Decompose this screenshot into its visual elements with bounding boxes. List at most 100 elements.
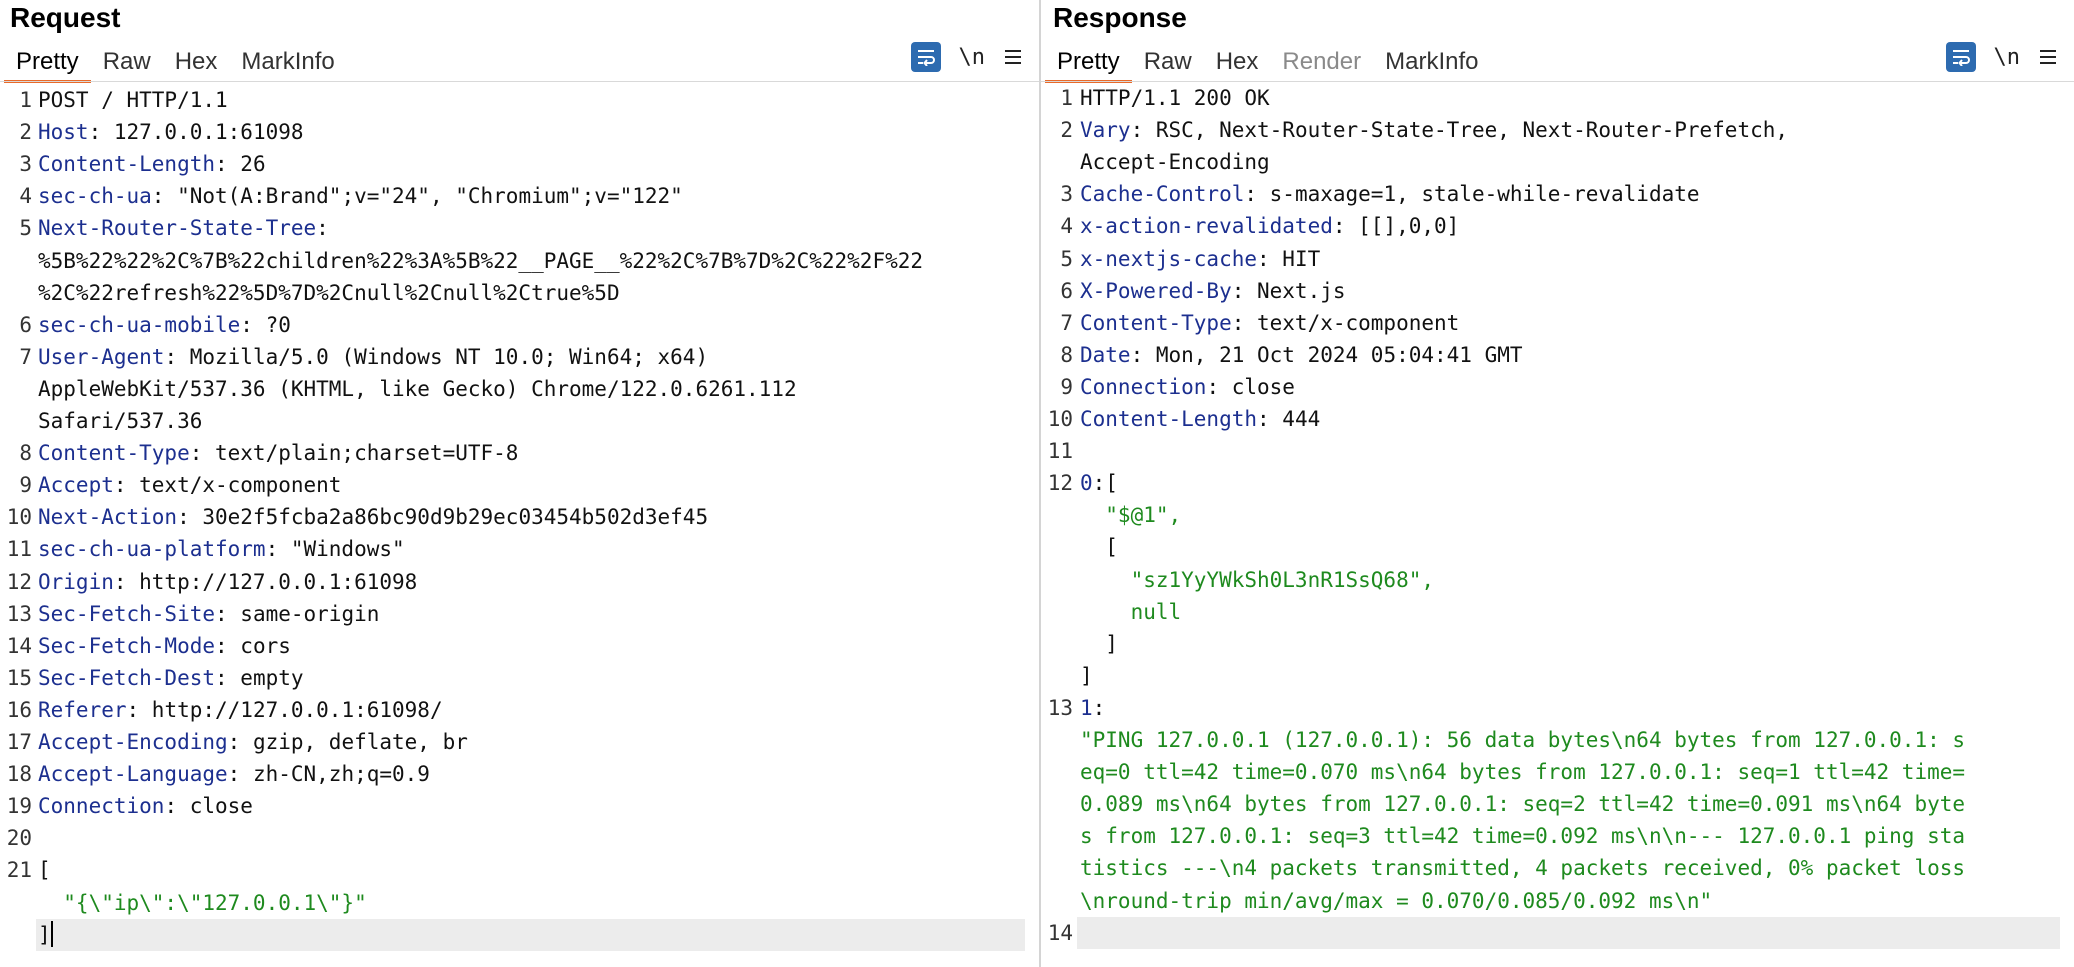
header-name: Accept-Encoding bbox=[38, 730, 228, 754]
header-name: sec-ch-ua-mobile bbox=[38, 312, 241, 337]
code-line: 11 bbox=[1041, 435, 2074, 467]
code-line: 8 Date: Mon, 21 Oct 2024 05:04:41 GMT bbox=[1041, 339, 2074, 371]
code-content: "PING 127.0.0.1 (127.0.0.1): 56 data byt… bbox=[1080, 728, 1966, 752]
code-text: X-Powered-By: Next.js bbox=[1080, 275, 1346, 307]
response-pane: Response Pretty Raw Hex Render MarkInfo … bbox=[1041, 0, 2074, 967]
code-text: 0.089 ms\n64 bytes from 127.0.0.1: seq=2… bbox=[1080, 788, 1965, 820]
line-number: 20 bbox=[6, 826, 32, 851]
header-value: : text/x-component bbox=[1231, 310, 1460, 335]
header-value: : cors bbox=[215, 633, 291, 658]
code-text: Date: Mon, 21 Oct 2024 05:04:41 GMT bbox=[1080, 339, 1523, 371]
code-line: 0.089 ms\n64 bytes from 127.0.0.1: seq=2… bbox=[1041, 788, 2074, 820]
response-editor[interactable]: 1 HTTP/1.1 200 OK 2 Vary: RSC, Next-Router-… bbox=[1041, 84, 2074, 967]
request-tab-hex[interactable]: Hex bbox=[163, 44, 230, 80]
line-number: 17 bbox=[6, 730, 32, 754]
code-content: HTTP/1.1 200 OK bbox=[1080, 86, 1270, 110]
code-content: Safari/537.36 bbox=[38, 409, 203, 433]
code-text: Accept-Encoding: gzip, deflate, br bbox=[38, 726, 468, 758]
code-text: null bbox=[1080, 596, 1182, 628]
line-number: 19 bbox=[6, 794, 32, 819]
code-text: [ bbox=[1080, 531, 1118, 563]
show-newlines-icon[interactable]: \n bbox=[959, 45, 986, 70]
code-line: "{\"ip\":\"127.0.0.1\"}" bbox=[0, 887, 1039, 919]
code-line: "sz1YyYWkSh0L3nR1SsQ68", bbox=[1041, 564, 2074, 596]
line-number: 11 bbox=[6, 537, 32, 562]
code-text: %2C%22refresh%22%5D%7D%2Cnull%2Cnull%2Ct… bbox=[38, 277, 620, 309]
code-text: ] bbox=[1080, 660, 1093, 692]
line-number: 8 bbox=[1060, 342, 1073, 367]
request-tab-markinfo[interactable]: MarkInfo bbox=[229, 44, 346, 80]
code-line: "PING 127.0.0.1 (127.0.0.1): 56 data byt… bbox=[1041, 724, 2074, 756]
response-tab-hex[interactable]: Hex bbox=[1204, 44, 1271, 80]
header-value: :[ bbox=[1092, 471, 1118, 496]
code-content: eq=0 ttl=42 time=0.070 ms\n64 bytes from… bbox=[1080, 760, 1966, 785]
code-content: s from 127.0.0.1: seq=3 ttl=42 time=0.09… bbox=[1080, 824, 1966, 849]
response-tab-pretty[interactable]: Pretty bbox=[1045, 44, 1132, 83]
code-text: POST / HTTP/1.1 bbox=[38, 84, 228, 116]
code-line: 8 Content-Type: text/plain;charset=UTF-8 bbox=[0, 437, 1039, 469]
line-number: 6 bbox=[1060, 278, 1073, 303]
code-line: 1 HTTP/1.1 200 OK bbox=[1041, 82, 2074, 114]
response-tab-markinfo[interactable]: MarkInfo bbox=[1373, 44, 1490, 80]
line-number: 13 bbox=[1047, 695, 1073, 720]
code-text: x-nextjs-cache: HIT bbox=[1080, 243, 1320, 275]
code-text: AppleWebKit/537.36 (KHTML, like Gecko) C… bbox=[38, 373, 797, 405]
header-value: : same-origin bbox=[215, 601, 380, 626]
code-text: Next-Router-State-Tree: bbox=[38, 212, 329, 244]
header-name: Cache-Control bbox=[1080, 182, 1245, 207]
code-line: 16 Referer: http://127.0.0.1:61098/ bbox=[0, 694, 1039, 726]
code-text: [ bbox=[38, 854, 51, 886]
menu-icon[interactable] bbox=[2038, 48, 2058, 66]
menu-icon[interactable] bbox=[1003, 48, 1023, 66]
code-text: sec-ch-ua: "Not(A:Brand";v="24", "Chromi… bbox=[38, 180, 683, 212]
line-number: 6 bbox=[19, 312, 32, 337]
request-editor[interactable]: 1 POST / HTTP/1.1 2 Host: 127.0.0.1:61098 3 C… bbox=[0, 84, 1039, 967]
line-number: 10 bbox=[6, 505, 32, 530]
response-tab-render[interactable]: Render bbox=[1270, 44, 1373, 80]
header-value: : Mozilla/5.0 (Windows NT 10.0; Win64; x… bbox=[164, 344, 709, 369]
code-text: Next-Action: 30e2f5fcba2a86bc90d9b29ec03… bbox=[38, 501, 708, 533]
code-text: sec-ch-ua-platform: "Windows" bbox=[38, 533, 405, 565]
code-text: Accept-Encoding bbox=[1080, 146, 1270, 178]
code-text: sec-ch-ua-mobile: ?0 bbox=[38, 309, 291, 341]
line-number: 7 bbox=[19, 344, 32, 369]
code-line: eq=0 ttl=42 time=0.070 ms\n64 bytes from… bbox=[1041, 756, 2074, 788]
header-name: sec-ch-ua bbox=[38, 184, 152, 209]
response-tab-raw[interactable]: Raw bbox=[1132, 44, 1204, 80]
header-name: Date bbox=[1080, 342, 1131, 367]
line-number: 9 bbox=[1060, 374, 1073, 399]
request-tab-pretty[interactable]: Pretty bbox=[4, 44, 91, 83]
line-number: 2 bbox=[19, 120, 32, 145]
code-content: "$@1", bbox=[1080, 503, 1182, 528]
header-value: : zh-CN,zh;q=0.9 bbox=[227, 762, 430, 787]
code-line: %5B%22%22%2C%7B%22children%22%3A%5B%22__… bbox=[0, 245, 1039, 277]
code-line: 9 Connection: close bbox=[1041, 371, 2074, 403]
header-value: : bbox=[1092, 695, 1106, 720]
header-name: Content-Type bbox=[1080, 310, 1232, 335]
code-text: Content-Length: 26 bbox=[38, 148, 266, 180]
header-name: Next-Router-State-Tree bbox=[38, 216, 317, 241]
header-value: : [[],0,0] bbox=[1332, 214, 1460, 239]
code-line: 4 x-action-revalidated: [[],0,0] bbox=[1041, 210, 2074, 242]
response-tabs: Pretty Raw Hex Render MarkInfo bbox=[1045, 44, 1490, 83]
code-content: tistics ---\n4 packets transmitted, 4 pa… bbox=[1080, 856, 1966, 881]
request-toolbar: \n bbox=[910, 42, 1024, 72]
code-line: 12 0:[ bbox=[1041, 467, 2074, 499]
header-name: Accept-Language bbox=[38, 762, 228, 787]
code-line: 13 Sec-Fetch-Site: same-origin bbox=[0, 598, 1039, 630]
line-number: 11 bbox=[1047, 439, 1073, 464]
header-value: : empty bbox=[215, 665, 304, 690]
header-name: Content-Type bbox=[38, 441, 190, 466]
header-name: Sec-Fetch-Site bbox=[38, 601, 216, 626]
code-line: 9 Accept: text/x-component bbox=[0, 469, 1039, 501]
code-text: Accept-Language: zh-CN,zh;q=0.9 bbox=[38, 758, 430, 790]
header-value: : 127.0.0.1:61098 bbox=[88, 120, 304, 145]
request-tab-raw[interactable]: Raw bbox=[91, 44, 163, 80]
text-caret bbox=[50, 920, 53, 947]
line-number: 12 bbox=[6, 569, 32, 594]
show-newlines-icon[interactable]: \n bbox=[1994, 45, 2021, 70]
wrap-lines-icon[interactable] bbox=[910, 42, 941, 72]
wrap-lines-icon[interactable] bbox=[1945, 42, 1976, 72]
line-number: 4 bbox=[1060, 214, 1073, 239]
code-line: 5 Next-Router-State-Tree: bbox=[0, 212, 1039, 244]
